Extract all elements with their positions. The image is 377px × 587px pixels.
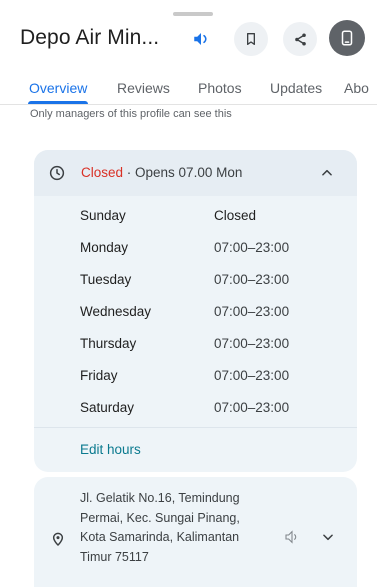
device-button[interactable] xyxy=(329,20,365,56)
tab-bar: Overview Reviews Photos Updates Abo xyxy=(0,76,377,104)
hours-row: Tuesday 07:00–23:00 xyxy=(80,272,340,292)
day-name: Wednesday xyxy=(80,304,152,319)
drag-handle[interactable] xyxy=(173,12,213,16)
hours-row: Saturday 07:00–23:00 xyxy=(80,400,340,420)
day-hours: 07:00–23:00 xyxy=(214,336,290,351)
share-button[interactable] xyxy=(283,22,317,56)
day-hours: 07:00–23:00 xyxy=(214,400,290,415)
volume-icon xyxy=(194,33,207,45)
clock-icon xyxy=(49,165,65,181)
status-closed-text: Closed xyxy=(81,165,124,180)
hours-row: Monday 07:00–23:00 xyxy=(80,240,340,260)
place-sheet: Depo Air Min... Overview Reviews Photos … xyxy=(0,0,377,587)
day-name: Tuesday xyxy=(80,272,132,287)
day-hours: 07:00–23:00 xyxy=(214,240,290,255)
save-button[interactable] xyxy=(234,22,268,56)
day-hours: 07:00–23:00 xyxy=(214,368,290,383)
status-next-open: · Opens 07.00 Mon xyxy=(123,165,243,180)
day-name: Sunday xyxy=(80,208,126,223)
day-hours: 07:00–23:00 xyxy=(214,304,290,319)
address-line: Jl. Gelatik No.16, Temindung xyxy=(80,491,240,505)
open-status: Closed · Opens 07.00 Mon xyxy=(81,165,242,180)
address-line: Permai, Kec. Sungai Pinang, xyxy=(80,510,240,525)
tab-about[interactable]: Abo xyxy=(344,80,369,96)
location-pin-icon xyxy=(52,532,64,547)
volume-icon[interactable] xyxy=(284,529,300,545)
hours-row: Friday 07:00–23:00 xyxy=(80,368,340,388)
day-hours: 07:00–23:00 xyxy=(214,272,290,287)
chevron-down-icon[interactable] xyxy=(321,530,335,544)
phone-icon xyxy=(341,30,353,46)
place-title: Depo Air Min... xyxy=(20,26,160,49)
manager-note: Only managers of this profile can see th… xyxy=(30,108,232,120)
hours-header[interactable]: Closed · Opens 07.00 Mon xyxy=(34,150,357,196)
day-name: Thursday xyxy=(80,336,137,351)
bookmark-icon xyxy=(247,33,255,45)
hours-divider xyxy=(34,427,357,428)
hours-row: Thursday 07:00–23:00 xyxy=(80,336,340,356)
tab-divider xyxy=(0,104,377,105)
hours-card: Closed · Opens 07.00 Mon Sunday Closed M… xyxy=(34,150,357,472)
edit-hours-link[interactable]: Edit hours xyxy=(80,442,141,457)
day-name: Saturday xyxy=(80,400,135,415)
day-hours: Closed xyxy=(214,208,257,223)
tab-photos[interactable]: Photos xyxy=(198,80,242,96)
address-line: Kota Samarinda, Kalimantan xyxy=(80,530,240,544)
tab-reviews[interactable]: Reviews xyxy=(117,80,170,96)
share-icon xyxy=(294,32,306,46)
hours-row: Sunday Closed xyxy=(80,208,340,228)
address-text: Jl. Gelatik No.16, Temindung Permai, Kec… xyxy=(80,489,260,567)
tab-updates[interactable]: Updates xyxy=(270,80,322,96)
pronounce-button[interactable] xyxy=(186,24,216,54)
chevron-up-icon[interactable] xyxy=(320,166,334,180)
hours-row: Wednesday 07:00–23:00 xyxy=(80,304,340,324)
place-header: Depo Air Min... xyxy=(0,18,377,64)
day-name: Monday xyxy=(80,240,129,255)
tab-overview[interactable]: Overview xyxy=(29,80,87,96)
address-line: Timur 75117 xyxy=(80,549,149,564)
address-card[interactable]: Jl. Gelatik No.16, Temindung Permai, Kec… xyxy=(34,477,357,587)
day-name: Friday xyxy=(80,368,118,383)
